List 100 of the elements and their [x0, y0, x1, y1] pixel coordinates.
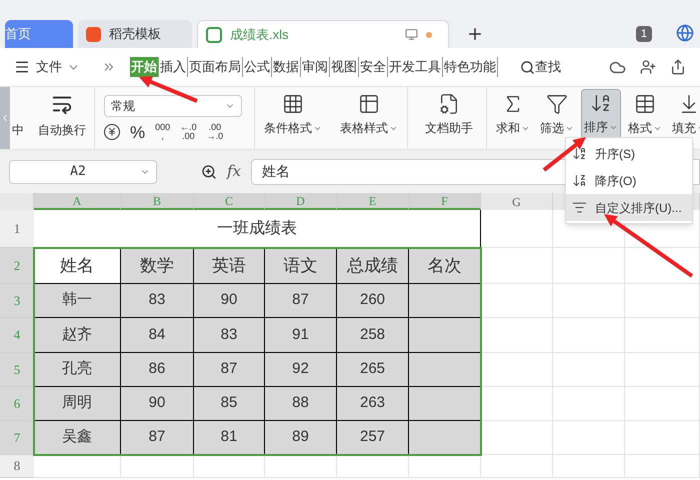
globe-icon[interactable]	[676, 24, 694, 42]
grid-cell	[553, 248, 625, 284]
name-box[interactable]: A2	[9, 160, 157, 184]
grid-cell	[553, 284, 625, 318]
ribbon-tab[interactable]: 审阅	[301, 57, 330, 77]
table-cell: 260	[337, 284, 409, 318]
custom-sort-icon	[572, 200, 587, 215]
zoom-icon[interactable]	[201, 164, 217, 180]
table-cell: 81	[194, 421, 265, 455]
table-cell: 263	[337, 387, 409, 421]
file-menu[interactable]: 文件	[36, 57, 62, 77]
grid-cell	[553, 318, 625, 353]
grid-cell	[553, 421, 625, 455]
grid-icon	[282, 93, 304, 115]
column-heading: 名次	[409, 248, 481, 284]
table-cell: 85	[194, 387, 265, 421]
annotation-arrow	[139, 76, 198, 103]
ribbon-tab[interactable]: 数据	[272, 57, 301, 77]
function-label[interactable]: fx	[227, 160, 242, 183]
grid-cell	[409, 387, 481, 421]
table-cell: 83	[121, 284, 194, 318]
table-cell: 83	[194, 318, 265, 353]
table-cell: 90	[121, 387, 194, 421]
share-icon[interactable]	[670, 59, 686, 75]
ribbon-tab[interactable]: 页面布局	[188, 57, 243, 77]
ribbon-tab[interactable]: 开发工具	[388, 57, 443, 77]
table-cell: 吴鑫	[34, 421, 121, 455]
column-heading: 总成绩	[337, 248, 409, 284]
grid-cell	[481, 284, 553, 318]
ribbon-tab[interactable]: 安全	[359, 57, 388, 77]
table-cell: 258	[337, 318, 409, 353]
ribbon-tab[interactable]: 视图	[330, 57, 359, 77]
filter-icon	[546, 93, 568, 115]
menu-icon[interactable]	[14, 59, 30, 75]
document-tab[interactable]: 稻壳模板	[78, 20, 192, 48]
table-cell: 韩一	[34, 284, 121, 318]
ribbon-tool[interactable]: 文档助手	[414, 89, 484, 147]
currency-icon[interactable]	[104, 124, 120, 140]
table-icon	[634, 93, 656, 115]
find-button[interactable]: 查找	[535, 57, 561, 77]
table-cell: 91	[265, 318, 337, 353]
search-icon[interactable]	[520, 60, 535, 74]
table-cell: 89	[265, 421, 337, 455]
table-cell: 孔亮	[34, 353, 121, 387]
table-edit-icon	[358, 93, 380, 115]
ribbon-tab[interactable]: 公式	[243, 57, 272, 77]
grid-cell	[409, 353, 481, 387]
table-cell: 赵齐	[34, 318, 121, 353]
monitor-icon	[405, 28, 418, 41]
grid-cell	[409, 421, 481, 455]
grid-cell	[481, 353, 553, 387]
sort-ascending-icon	[572, 146, 587, 161]
ribbon-tool[interactable]: 条件格式	[257, 89, 329, 147]
annotation-arrow	[542, 137, 586, 172]
row-header[interactable]: 8	[0, 455, 34, 478]
table-cell: 87	[265, 284, 337, 318]
grid-cell	[553, 353, 625, 387]
table-cell: 周明	[34, 387, 121, 421]
column-heading: 姓名	[34, 248, 121, 284]
ribbon-tab[interactable]: 特色功能	[443, 57, 498, 77]
row-header[interactable]: 1	[0, 210, 34, 248]
table-cell: 87	[194, 353, 265, 387]
column-heading: 英语	[194, 248, 265, 284]
percent-button[interactable]: %	[130, 124, 146, 140]
ribbon-tab[interactable]: 插入	[159, 57, 188, 77]
table-cell: 92	[265, 353, 337, 387]
grid-cell	[481, 387, 553, 421]
column-heading: 数学	[121, 248, 194, 284]
decrease-decimal-button[interactable]: .00 →.0	[206, 123, 224, 141]
sort-descending-icon	[572, 173, 587, 188]
thousands-button[interactable]: 000 ,	[155, 123, 170, 141]
ribbon-tool[interactable]: 中	[12, 121, 24, 139]
grid-cell	[481, 248, 553, 284]
table-cell: 88	[265, 387, 337, 421]
table-cell: 90	[194, 284, 265, 318]
add-user-icon[interactable]	[640, 59, 656, 75]
ribbon-tool[interactable]: 表格样式	[333, 89, 405, 147]
ribbon-tool[interactable]: 自动换行	[38, 121, 86, 139]
grid-cell	[481, 421, 553, 455]
table-cell: 265	[337, 353, 409, 387]
column-header[interactable]: G	[481, 193, 553, 210]
table-cell: 84	[121, 318, 194, 353]
window-count-badge[interactable]: 1	[636, 26, 652, 42]
number-format-select[interactable]: 常规	[104, 95, 242, 117]
table-cell: 257	[337, 421, 409, 455]
spreadsheet-icon	[206, 26, 222, 42]
document-icon	[438, 93, 460, 115]
menu-item[interactable]: 自定义排序(U)...	[566, 194, 692, 221]
new-tab-icon[interactable]	[466, 25, 484, 43]
grid-cell	[553, 387, 625, 421]
table-cell: 86	[121, 353, 194, 387]
grid-cell	[409, 318, 481, 353]
ribbon-tool[interactable]: 求和	[493, 89, 533, 147]
column-heading: 语文	[265, 248, 337, 284]
grid-cell	[409, 284, 481, 318]
increase-decimal-button[interactable]: ←.0 .00	[180, 123, 197, 141]
table-cell: 87	[121, 421, 194, 455]
grid-cell	[481, 318, 553, 353]
table-title: 一班成绩表	[34, 210, 481, 248]
flame-icon	[86, 26, 101, 42]
